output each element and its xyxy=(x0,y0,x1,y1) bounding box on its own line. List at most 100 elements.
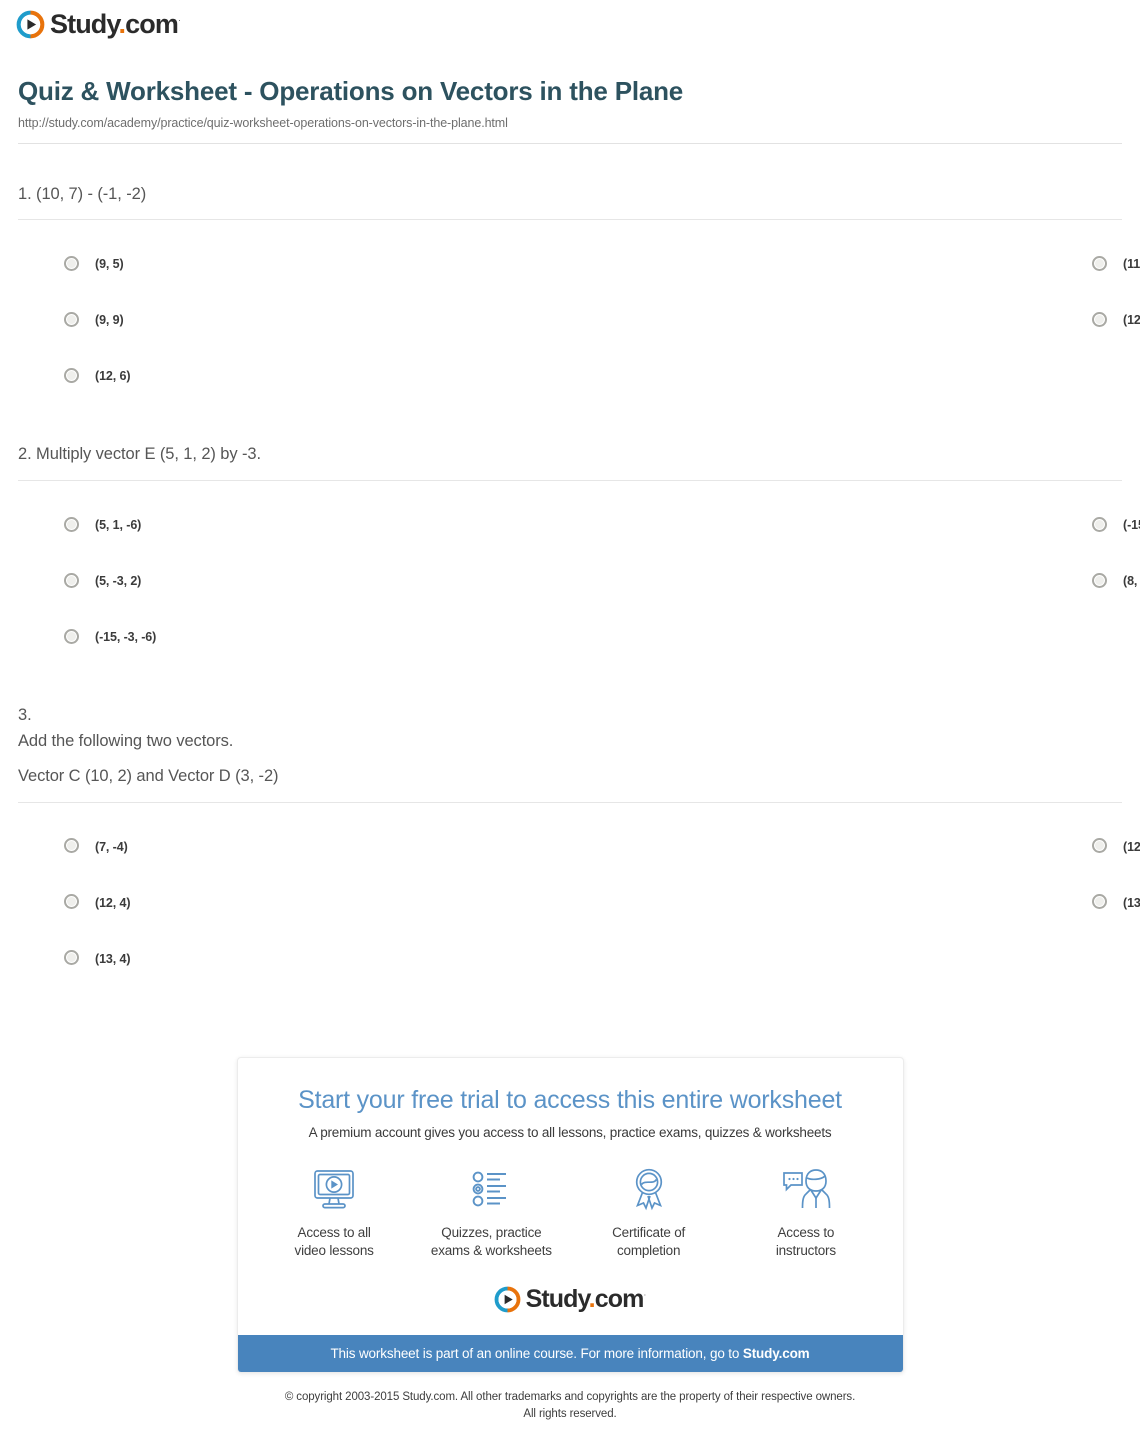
radio-button-icon[interactable] xyxy=(1092,838,1107,854)
prompt-line: 2. Multiply vector E (5, 1, 2) by -3. xyxy=(18,445,261,464)
page-header: Study.com· xyxy=(0,0,1140,44)
feature-label-line1: Access to xyxy=(777,1224,835,1240)
answer-column-left: (5, 1, -6) (5, -3, 2) (-15, -3, -6) xyxy=(18,497,555,665)
logo-word-suffix: com xyxy=(125,9,179,39)
answer-option[interactable]: (-15, 1, 2) xyxy=(555,497,1140,553)
answer-column-right: (11, 9) (12, 9) xyxy=(555,236,1140,404)
answer-label: (13, 0) xyxy=(1123,895,1140,910)
feature-label: Certificate of completion xyxy=(574,1224,723,1260)
question-prompt: 1. (10, 7) - (-1, -2) xyxy=(18,182,1122,208)
promo-features: Access to all video lessons Quizzes, pra… xyxy=(238,1140,903,1260)
question-prompt: 3. Add the following two vectors. Vector… xyxy=(18,703,1122,790)
radio-button-icon[interactable] xyxy=(64,516,79,532)
promo-headline: Start your free trial to access this ent… xyxy=(298,1085,842,1114)
logo-trademark: · xyxy=(177,15,181,25)
answer-label: (13, 4) xyxy=(95,951,131,966)
prompt-line: Add the following two vectors. xyxy=(18,731,234,750)
answer-label: (12, 9) xyxy=(1123,313,1140,328)
answer-option[interactable]: (9, 9) xyxy=(18,292,555,348)
answer-option[interactable]: (8, 4, 5) xyxy=(555,553,1140,609)
feature-label: Access to all video lessons xyxy=(260,1224,409,1260)
feature-label-line1: Access to all xyxy=(297,1224,371,1240)
answer-option[interactable]: (7, -4) xyxy=(18,819,555,875)
logo-word-main: Study xyxy=(525,1285,590,1314)
answer-option[interactable]: (12, 9) xyxy=(555,292,1140,348)
instructor-chat-icon xyxy=(731,1164,880,1214)
logo-wordmark: Study.com· xyxy=(50,11,181,38)
answer-grid: (7, -4) (12, 4) (13, 4) (12, 2) xyxy=(18,803,1140,987)
radio-button-icon[interactable] xyxy=(1092,572,1107,588)
answer-option[interactable]: (5, 1, -6) xyxy=(18,497,555,553)
answer-label: (7, -4) xyxy=(95,839,128,854)
radio-button-icon[interactable] xyxy=(64,367,79,383)
title-block: Quiz & Worksheet - Operations on Vectors… xyxy=(0,44,1140,130)
answer-option[interactable]: (12, 4) xyxy=(18,875,555,931)
feature-label-line2: video lessons xyxy=(294,1242,374,1258)
feature-label-line1: Quizzes, practice xyxy=(441,1224,542,1240)
feature-item: Certificate of completion xyxy=(570,1164,727,1260)
question-prompt: 2. Multiply vector E (5, 1, 2) by -3. xyxy=(18,442,1122,468)
feature-label-line2: exams & worksheets xyxy=(430,1242,552,1258)
answer-label: (-15, 1, 2) xyxy=(1123,518,1140,533)
promo-banner-link[interactable]: Study.com xyxy=(743,1346,810,1361)
radio-button-icon[interactable] xyxy=(1092,255,1107,271)
answer-column-left: (9, 5) (9, 9) (12, 6) xyxy=(18,236,555,404)
play-circle-icon xyxy=(16,10,45,39)
worksheet-url: http://study.com/academy/practice/quiz-w… xyxy=(18,115,508,130)
answer-column-right: (12, 2) (13, 0) xyxy=(555,819,1140,987)
radio-button-icon[interactable] xyxy=(64,950,79,966)
study-com-logo-header[interactable]: Study.com· xyxy=(16,10,181,39)
prompt-line: 1. (10, 7) - (-1, -2) xyxy=(18,184,147,203)
answer-label: (-15, -3, -6) xyxy=(95,630,157,645)
answer-label: (5, -3, 2) xyxy=(95,574,142,589)
radio-button-icon[interactable] xyxy=(64,894,79,910)
feature-item: Access to instructors xyxy=(727,1164,884,1260)
answer-column-left: (7, -4) (12, 4) (13, 4) xyxy=(18,819,555,987)
promo-subheadline: A premium account gives you access to al… xyxy=(308,1124,832,1140)
promo-banner-text: This worksheet is part of an online cour… xyxy=(330,1346,743,1362)
free-trial-promo-card: Start your free trial to access this ent… xyxy=(236,1056,904,1374)
answer-label: (9, 9) xyxy=(95,313,124,328)
promo-card-wrapper: Start your free trial to access this ent… xyxy=(0,987,1140,1374)
answer-option[interactable]: (9, 5) xyxy=(18,236,555,292)
feature-label-line1: Certificate of xyxy=(612,1224,686,1240)
logo-wordmark: Study.com· xyxy=(526,1287,647,1312)
answer-label: (11, 9) xyxy=(1123,257,1140,272)
promo-banner: This worksheet is part of an online cour… xyxy=(237,1335,903,1373)
monitor-play-icon xyxy=(260,1164,409,1214)
logo-word-suffix: com xyxy=(594,1285,645,1314)
radio-button-icon[interactable] xyxy=(1092,311,1107,327)
radio-button-icon[interactable] xyxy=(64,628,79,644)
answer-label: (9, 5) xyxy=(95,257,124,272)
radio-button-icon[interactable] xyxy=(1092,894,1107,910)
radio-button-icon[interactable] xyxy=(64,838,79,854)
question-block: 2. Multiply vector E (5, 1, 2) by -3. (5… xyxy=(18,404,1140,665)
radio-button-icon[interactable] xyxy=(64,311,79,327)
answer-option[interactable]: (5, -3, 2) xyxy=(18,553,555,609)
answer-column-right: (-15, 1, 2) (8, 4, 5) xyxy=(555,497,1140,665)
study-com-logo-promo[interactable]: Study.com· xyxy=(494,1286,647,1313)
answer-option[interactable]: (12, 2) xyxy=(555,819,1140,875)
question-block: 3. Add the following two vectors. Vector… xyxy=(18,665,1140,987)
radio-button-icon[interactable] xyxy=(64,572,79,588)
page-title: Quiz & Worksheet - Operations on Vectors… xyxy=(18,76,684,106)
radio-button-icon[interactable] xyxy=(1092,516,1107,532)
logo-trademark: · xyxy=(643,1289,647,1300)
answer-label: (12, 2) xyxy=(1123,839,1140,854)
radio-button-icon[interactable] xyxy=(64,255,79,271)
checklist-icon xyxy=(417,1164,566,1214)
copyright-footer: © copyright 2003-2015 Study.com. All oth… xyxy=(0,1373,1140,1440)
answer-grid: (9, 5) (9, 9) (12, 6) (11, 9) xyxy=(18,220,1140,404)
answer-option[interactable]: (12, 6) xyxy=(18,348,555,404)
answer-option[interactable]: (13, 4) xyxy=(18,931,555,987)
answer-option[interactable]: (13, 0) xyxy=(555,875,1140,931)
answer-grid: (5, 1, -6) (5, -3, 2) (-15, -3, -6) (-15… xyxy=(18,481,1140,665)
questions-list: 1. (10, 7) - (-1, -2) (9, 5) (9, 9) (12,… xyxy=(0,144,1140,987)
feature-label: Quizzes, practice exams & worksheets xyxy=(417,1224,566,1260)
feature-label-line2: instructors xyxy=(775,1242,836,1258)
feature-label-line2: completion xyxy=(616,1242,681,1258)
promo-logo-row: Study.com· xyxy=(238,1260,903,1335)
answer-option[interactable]: (-15, -3, -6) xyxy=(18,609,555,665)
answer-option[interactable]: (11, 9) xyxy=(555,236,1140,292)
feature-item: Access to all video lessons xyxy=(256,1164,413,1260)
